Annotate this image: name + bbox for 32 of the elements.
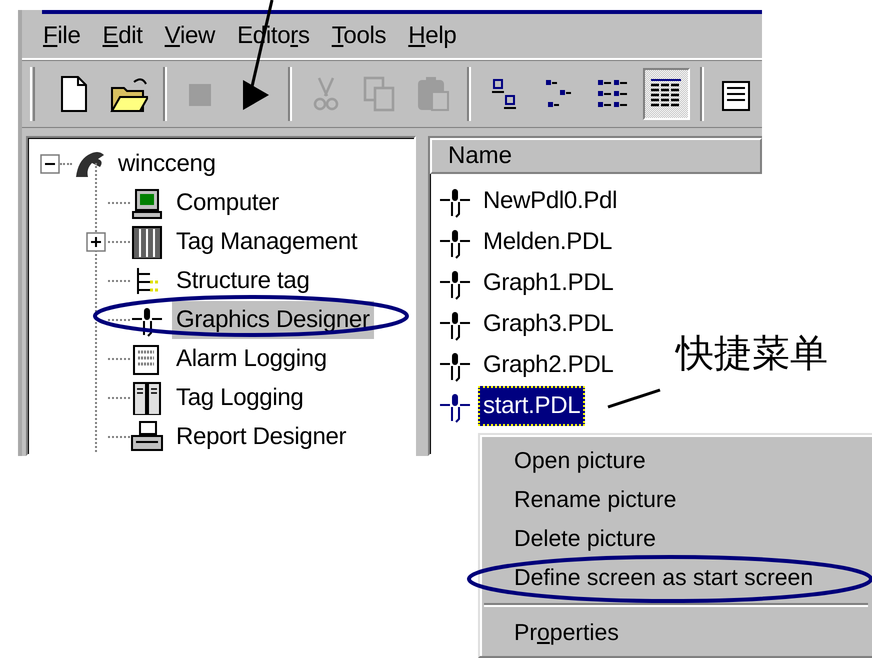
file-name[interactable]: Graph1.PDL xyxy=(478,262,618,302)
file-name[interactable]: NewPdl0.Pdl xyxy=(478,180,622,220)
tree-item[interactable]: wincceng xyxy=(114,144,220,182)
file-name[interactable]: Graph3.PDL xyxy=(478,304,618,344)
tree-item[interactable]: Alarm Logging xyxy=(172,340,331,378)
menu-item[interactable]: Define screen as start screen xyxy=(480,558,872,597)
menu-item[interactable]: Properties xyxy=(480,613,872,652)
menu-item[interactable]: Delete picture xyxy=(480,519,872,558)
tree-item[interactable]: Tag Logging xyxy=(172,378,308,416)
tree-item[interactable]: Tag Management xyxy=(172,222,362,260)
tree-item[interactable]: Structure tag xyxy=(172,262,314,300)
column-header[interactable]: Name xyxy=(430,138,762,174)
binders-icon xyxy=(130,380,164,414)
callout-label: 快捷菜单 xyxy=(676,334,828,372)
menu-item[interactable]: File xyxy=(32,24,92,48)
menu-item[interactable]: Tools xyxy=(320,24,398,48)
menu-item[interactable]: Rename picture xyxy=(480,480,872,519)
server-rack-icon xyxy=(130,224,164,258)
collapse-icon[interactable] xyxy=(40,154,60,174)
tree-item[interactable]: Report Designer xyxy=(172,418,350,454)
file-name[interactable]: Melden.PDL xyxy=(478,222,618,262)
toolbar-button[interactable] xyxy=(642,68,690,120)
menu-item[interactable]: Edit xyxy=(92,24,154,48)
file-name[interactable]: start.PDL xyxy=(478,386,586,426)
expand-icon[interactable] xyxy=(86,232,106,252)
leader-line xyxy=(608,388,660,408)
tree-item[interactable]: Computer xyxy=(172,184,283,222)
printer-icon xyxy=(130,420,164,454)
menu-item[interactable]: Help xyxy=(397,24,468,48)
file-name[interactable]: Graph2.PDL xyxy=(478,344,618,384)
menu-item[interactable]: Open picture xyxy=(480,441,872,480)
menu-item[interactable]: View xyxy=(154,24,226,48)
